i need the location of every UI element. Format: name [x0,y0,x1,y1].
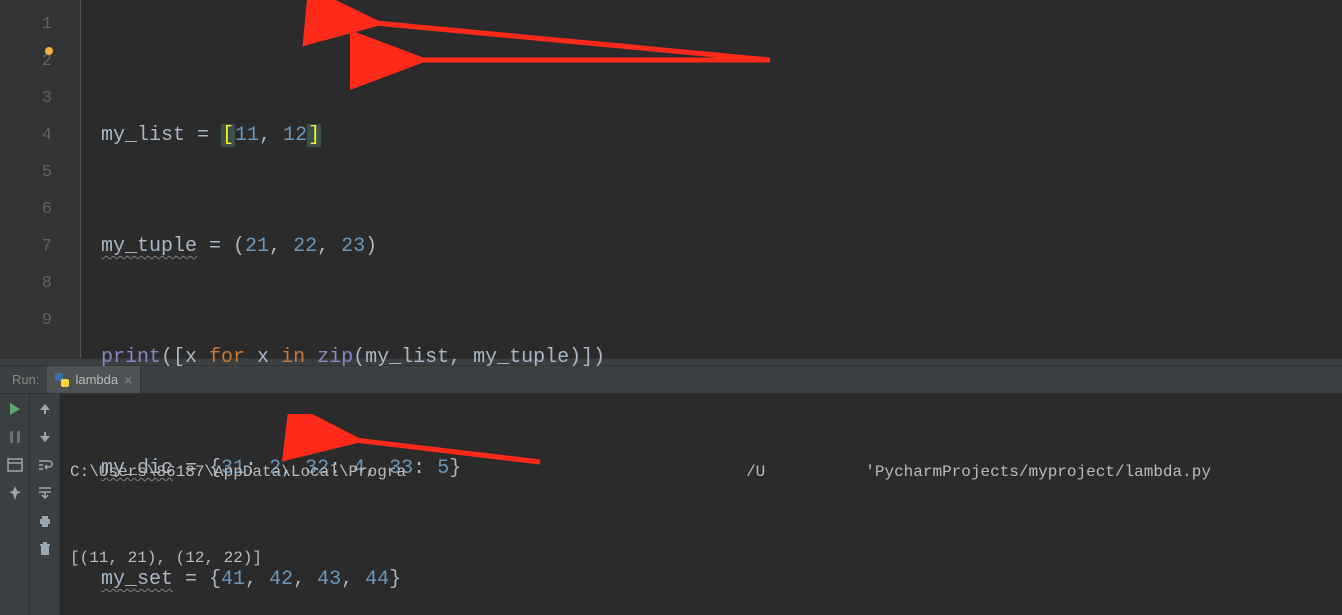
line-number: 8 [0,265,52,302]
warning-dot-icon [45,47,53,55]
line-number: 3 [0,80,52,117]
line-gutter: 1 2 3 4 5 6 7 8 9 [0,0,80,358]
run-toolbar-left [0,394,30,615]
line-number: 4 [0,117,52,154]
scroll-to-end-icon[interactable] [36,484,54,502]
python-file-icon [55,373,69,387]
run-toolbar-secondary [30,394,60,615]
code-line: print([x for x in zip(my_list, my_tuple)… [101,339,653,376]
arrow-down-icon[interactable] [36,428,54,446]
layout-icon[interactable] [6,456,24,474]
run-icon[interactable] [6,400,24,418]
code-editor[interactable]: 1 2 3 4 5 6 7 8 9 my_list = [11, 12] my_… [0,0,1342,358]
code-line: my_tuple = (21, 22, 23) [101,228,653,265]
trash-icon[interactable] [36,540,54,558]
console-path: C:\Users\86187\AppData\Local\Progra/U'Py… [70,458,1342,486]
pin-icon[interactable] [6,484,24,502]
code-area[interactable]: my_list = [11, 12] my_tuple = (21, 22, 2… [80,0,653,358]
line-number: 7 [0,228,52,265]
line-number: 6 [0,191,52,228]
run-label: Run: [4,372,47,387]
line-number: 5 [0,154,52,191]
line-number: 1 [0,6,52,43]
run-console: C:\Users\86187\AppData\Local\Progra/U'Py… [0,394,1342,615]
line-number: 2 [0,43,52,80]
line-number: 9 [0,302,52,339]
pause-icon[interactable] [6,428,24,446]
code-line: my_list = [11, 12] [101,117,653,154]
wrap-icon[interactable] [36,456,54,474]
arrow-up-icon[interactable] [36,400,54,418]
console-line: [(11, 21), (12, 22)] [70,544,1342,572]
print-icon[interactable] [36,512,54,530]
console-output[interactable]: C:\Users\86187\AppData\Local\Progra/U'Py… [60,394,1342,615]
